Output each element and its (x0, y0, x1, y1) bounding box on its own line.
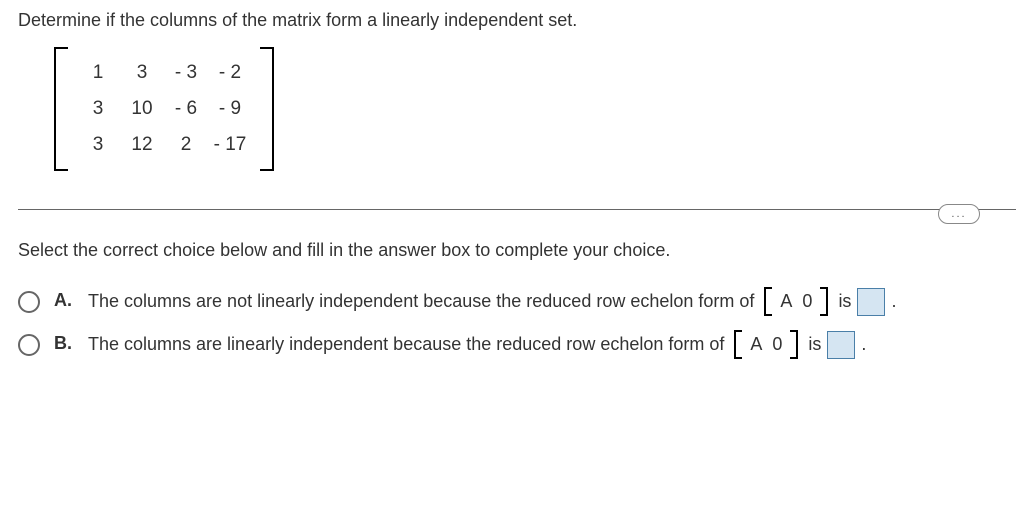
choice-a-mid: is (838, 291, 851, 312)
matrix-bracket-left (54, 47, 68, 171)
mini-matrix-a: A 0 (764, 287, 828, 316)
question-prompt: Determine if the columns of the matrix f… (18, 10, 1016, 31)
matrix-cell: 3 (120, 55, 164, 91)
mini-matrix-b: A 0 (734, 330, 798, 359)
mini-body: A 0 (742, 330, 790, 359)
mini-A-label: A (780, 291, 792, 312)
matrix-row: 3 12 2 - 17 (76, 127, 252, 163)
matrix-cell: - 17 (208, 127, 252, 163)
mini-bracket-left (734, 330, 742, 359)
answer-input-b[interactable] (827, 331, 855, 359)
mini-bracket-right (790, 330, 798, 359)
answer-input-a[interactable] (857, 288, 885, 316)
matrix-cell: - 2 (208, 55, 252, 91)
choice-b-text: The columns are linearly independent bec… (88, 330, 866, 359)
choice-b-pre: The columns are linearly independent bec… (88, 334, 724, 355)
choice-b-mid: is (808, 334, 821, 355)
mini-0-label: 0 (772, 334, 782, 355)
ellipsis-button[interactable]: ... (938, 204, 980, 224)
choice-a-end: . (891, 291, 896, 312)
matrix-cell: - 3 (164, 55, 208, 91)
choice-a-row: A. The columns are not linearly independ… (18, 287, 1016, 316)
matrix-cell: 3 (76, 127, 120, 163)
matrix-display: 1 3 - 3 - 2 3 10 - 6 - 9 3 12 2 - 17 (54, 47, 274, 171)
matrix-cell: 1 (76, 55, 120, 91)
matrix-cell: - 9 (208, 91, 252, 127)
choice-a-pre: The columns are not linearly independent… (88, 291, 754, 312)
choice-b-end: . (861, 334, 866, 355)
choice-b-row: B. The columns are linearly independent … (18, 330, 1016, 359)
matrix-bracket-right (260, 47, 274, 171)
choice-b-letter: B. (54, 333, 72, 354)
mini-bracket-left (764, 287, 772, 316)
choice-a-text: The columns are not linearly independent… (88, 287, 896, 316)
radio-b[interactable] (18, 334, 40, 356)
mini-body: A 0 (772, 287, 820, 316)
matrix-cell: 10 (120, 91, 164, 127)
mini-0-label: 0 (802, 291, 812, 312)
matrix-row: 3 10 - 6 - 9 (76, 91, 252, 127)
select-prompt: Select the correct choice below and fill… (18, 240, 1016, 261)
matrix-cell: 2 (164, 127, 208, 163)
matrix-cell: - 6 (164, 91, 208, 127)
matrix-cell: 12 (120, 127, 164, 163)
mini-bracket-right (820, 287, 828, 316)
matrix-body: 1 3 - 3 - 2 3 10 - 6 - 9 3 12 2 - 17 (68, 47, 260, 171)
mini-A-label: A (750, 334, 762, 355)
radio-a[interactable] (18, 291, 40, 313)
divider (18, 209, 1016, 210)
choice-a-letter: A. (54, 290, 72, 311)
matrix-cell: 3 (76, 91, 120, 127)
matrix-row: 1 3 - 3 - 2 (76, 55, 252, 91)
